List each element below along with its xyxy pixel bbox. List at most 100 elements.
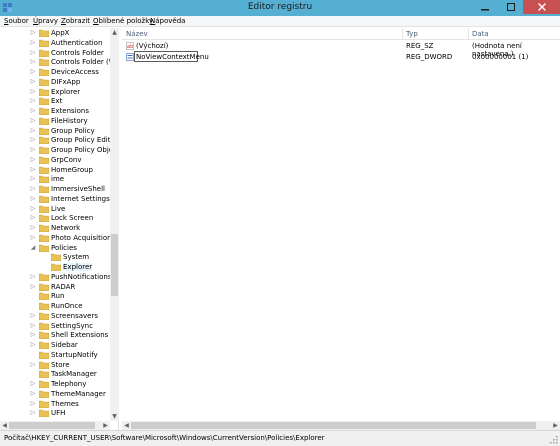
tree-node[interactable]: ▷ Screensavers (0, 311, 110, 321)
column-data-header[interactable]: Data (472, 30, 489, 38)
tree-node[interactable]: ▷ Live (0, 204, 110, 214)
tree-node[interactable]: Explorer (0, 262, 110, 272)
value-row-noviewcontextmenu[interactable]: NoViewContextMenu REG_DWORD 0x00000001 (… (122, 51, 560, 63)
tree-node[interactable]: ▷ FileHistory (0, 116, 110, 126)
scroll-right-arrow-icon[interactable]: ▶ (101, 421, 110, 430)
tree-node[interactable]: ▷ UFH (0, 408, 110, 418)
tree-node[interactable]: ▷ Lock Screen (0, 213, 110, 223)
menu-napoveda[interactable]: Nápověda (150, 17, 185, 25)
expand-closed-icon[interactable]: ▷ (30, 234, 36, 241)
expand-closed-icon[interactable]: ▷ (30, 39, 36, 46)
expand-closed-icon[interactable]: ▷ (30, 400, 36, 407)
column-name-header[interactable]: Název (126, 30, 148, 38)
scroll-down-arrow-icon[interactable]: ▼ (110, 412, 119, 421)
tree-node[interactable]: ▷ Internet Settings (0, 194, 110, 204)
tree-node[interactable]: ▷ RADAR (0, 282, 110, 292)
scroll-left-arrow-icon[interactable]: ◀ (0, 421, 9, 430)
expand-closed-icon[interactable]: ▷ (30, 137, 36, 143)
expand-closed-icon[interactable]: ▷ (30, 215, 36, 221)
tree-vertical-scrollbar[interactable]: ▲ ▼ (110, 28, 119, 421)
values-list[interactable]: Název Typ Data ab (Výchozí) REG_SZ (Hodn… (122, 28, 560, 420)
tree-node[interactable]: TaskManager (0, 369, 110, 379)
tree-node[interactable]: Run (0, 291, 110, 301)
expand-closed-icon[interactable]: ▷ (30, 49, 36, 56)
tree-node[interactable]: RunOnce (0, 301, 110, 311)
tree-node[interactable]: StartupNotify (0, 350, 110, 360)
menu-upravy[interactable]: Úpravy (33, 17, 58, 25)
column-divider[interactable] (468, 28, 469, 40)
expand-closed-icon[interactable]: ▷ (30, 78, 36, 85)
scroll-right-arrow-icon[interactable]: ▶ (551, 421, 560, 430)
expand-closed-icon[interactable]: ▷ (30, 312, 36, 319)
tree-node[interactable]: ▷ Controls Folder (Wow (0, 57, 118, 67)
resize-grip-icon[interactable] (550, 436, 558, 444)
column-divider[interactable] (402, 28, 403, 40)
expand-closed-icon[interactable]: ▷ (30, 98, 36, 104)
tree-node[interactable]: ▷ Store (0, 360, 110, 370)
tree-node[interactable]: ▷ ThemeManager (0, 389, 110, 399)
expand-closed-icon[interactable]: ▷ (30, 69, 36, 75)
expand-closed-icon[interactable]: ▷ (30, 166, 36, 173)
expand-closed-icon[interactable]: ▷ (30, 186, 36, 192)
tree-node[interactable]: ▷ DIFxApp (0, 77, 110, 87)
tree-node[interactable]: ▷ SettingSync (0, 321, 110, 331)
expand-closed-icon[interactable]: ▷ (30, 59, 36, 65)
tree-node[interactable]: ▷ Controls Folder (0, 48, 110, 58)
expand-open-icon[interactable]: ◢ (30, 244, 36, 251)
tree-node[interactable]: ▷ Authentication (0, 38, 110, 48)
menu-zobrazit[interactable]: Zobrazit (61, 17, 90, 25)
expand-closed-icon[interactable]: ▷ (30, 117, 36, 124)
scroll-left-arrow-icon[interactable]: ◀ (122, 421, 131, 430)
key-tree[interactable]: ▷ AppX ▷ Authentication ▷ Controls Folder ▷ Con… (0, 28, 119, 432)
tree-horizontal-scrollbar[interactable]: ◀ ▶ (0, 421, 110, 430)
expand-closed-icon[interactable]: ▷ (30, 127, 36, 134)
tree-node[interactable]: ▷ Sidebar (0, 340, 110, 350)
menu-soubor[interactable]: Soubor (4, 17, 29, 25)
tree-node[interactable]: System (0, 252, 110, 262)
expand-closed-icon[interactable]: ▷ (30, 205, 36, 212)
tree-node[interactable]: ▷ Telephony (0, 379, 110, 389)
expand-closed-icon[interactable]: ▷ (30, 342, 36, 348)
title-bar[interactable]: Editor registru (0, 0, 560, 16)
expand-closed-icon[interactable]: ▷ (30, 147, 36, 153)
scroll-up-arrow-icon[interactable]: ▲ (110, 28, 119, 37)
expand-closed-icon[interactable]: ▷ (30, 156, 36, 163)
tree-node[interactable]: ▷ AppX (0, 28, 110, 38)
expand-closed-icon[interactable]: ▷ (30, 322, 36, 329)
tree-scroll-thumb[interactable] (111, 234, 118, 296)
expand-closed-icon[interactable]: ▷ (30, 381, 36, 387)
tree-node[interactable]: ▷ ImmersiveShell (0, 184, 110, 194)
tree-node[interactable]: ▷ Photo Acquisition (0, 233, 112, 243)
tree-node[interactable]: ▷ Shell Extensions (0, 330, 110, 340)
expand-closed-icon[interactable]: ▷ (30, 30, 36, 36)
tree-node[interactable]: ◢ Policies (0, 243, 110, 253)
minimize-button[interactable] (472, 0, 498, 14)
expand-closed-icon[interactable]: ▷ (30, 108, 36, 114)
tree-node[interactable]: ▷ Explorer (0, 87, 110, 97)
tree-node[interactable]: ▷ Group Policy (0, 126, 110, 136)
tree-node[interactable]: ▷ Ext (0, 96, 110, 106)
tree-hscroll-thumb[interactable] (9, 422, 95, 429)
close-button[interactable] (523, 0, 560, 14)
expand-closed-icon[interactable]: ▷ (30, 390, 36, 397)
value-name[interactable]: NoViewContextMenu (136, 53, 209, 61)
expand-closed-icon[interactable]: ▷ (30, 195, 36, 202)
tree-node[interactable]: ▷ GrpConv (0, 155, 110, 165)
expand-closed-icon[interactable]: ▷ (30, 176, 36, 182)
tree-node[interactable]: ▷ HomeGroup (0, 165, 110, 175)
tree-node[interactable]: ▷ Network (0, 223, 110, 233)
tree-node[interactable]: ▷ PushNotifications (0, 272, 111, 282)
tree-node[interactable]: ▷ Group Policy Editor (0, 135, 118, 145)
tree-node[interactable]: ▷ Themes (0, 399, 110, 409)
expand-closed-icon[interactable]: ▷ (30, 273, 36, 280)
maximize-button[interactable] (498, 0, 524, 14)
list-horizontal-scrollbar[interactable]: ◀ ▶ (122, 421, 560, 430)
column-type-header[interactable]: Typ (406, 30, 418, 38)
menu-oblibene[interactable]: Oblíbené položky (93, 17, 153, 25)
expand-closed-icon[interactable]: ▷ (30, 332, 36, 338)
expand-closed-icon[interactable]: ▷ (30, 410, 36, 416)
tree-node[interactable]: ▷ Extensions (0, 106, 110, 116)
expand-closed-icon[interactable]: ▷ (30, 361, 36, 368)
tree-node[interactable]: ▷ ime (0, 174, 110, 184)
expand-closed-icon[interactable]: ▷ (30, 88, 36, 95)
